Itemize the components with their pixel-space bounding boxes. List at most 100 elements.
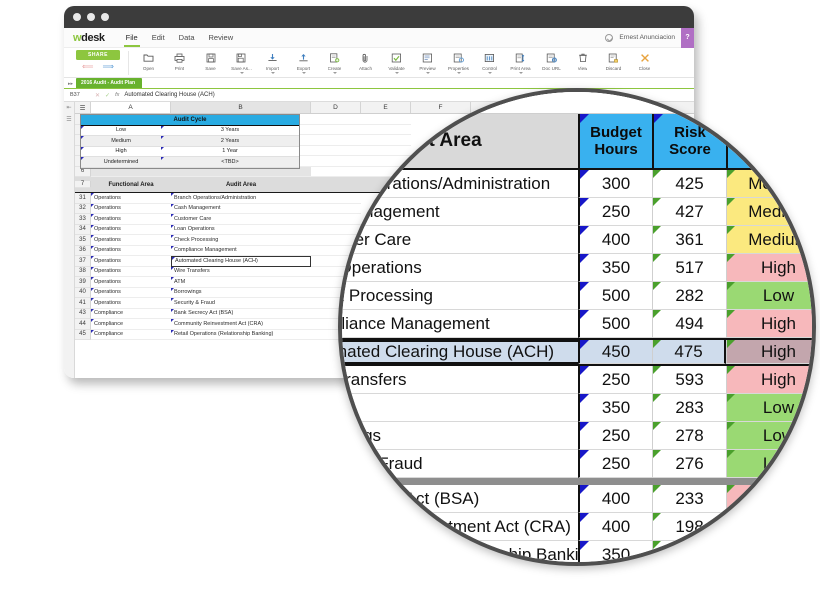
cell-risk-score[interactable]: 361 — [652, 226, 726, 254]
table-row[interactable]: Cash Management250427Medium — [342, 198, 812, 226]
cell-audit-area[interactable]: Loan Operations — [171, 224, 311, 235]
cell-audit-area[interactable]: Customer Care — [342, 226, 578, 254]
tool-print[interactable]: Print — [164, 50, 195, 74]
cell-risk-level[interactable]: Low — [81, 125, 161, 136]
cell-risk-level[interactable]: High — [81, 146, 161, 157]
maximize-window-button[interactable] — [101, 13, 109, 21]
cell-risk-score[interactable]: 211 — [652, 541, 726, 562]
column-header-e[interactable]: E — [350, 92, 410, 114]
cell-risk-rating[interactable]: High — [726, 340, 812, 364]
cell-risk-rating[interactable]: Medium — [726, 198, 812, 226]
accept-check-icon[interactable]: ✓ — [105, 92, 110, 99]
row-number[interactable]: 7 — [75, 181, 91, 188]
double-chevron-icon[interactable]: ▸▸ — [68, 81, 76, 88]
chevron-down-icon[interactable] — [487, 71, 492, 74]
row-number[interactable]: 39 — [75, 277, 91, 288]
freeze-arrow-icon[interactable]: ⇤ — [66, 104, 71, 111]
tool-save[interactable]: Save — [195, 50, 226, 74]
tool-preview[interactable]: Preview — [412, 50, 443, 74]
check-circle-icon[interactable] — [605, 33, 614, 42]
row-number[interactable]: 31 — [75, 193, 91, 204]
chevron-down-icon[interactable] — [518, 71, 523, 74]
cell-budget-hours[interactable]: 400 — [578, 485, 652, 513]
cell-budget-hours[interactable]: 350 — [578, 394, 652, 422]
cell-functional-area[interactable]: Operations — [91, 193, 171, 204]
table-row[interactable]: Medium 2 Years — [81, 136, 299, 147]
cell-audit-area[interactable]: Bank Secrecy Act (BSA) — [342, 485, 578, 513]
row-menu-icon[interactable]: ☰ — [66, 116, 71, 123]
cell-budget-hours[interactable]: 400 — [578, 513, 652, 541]
cell-audit-area[interactable]: Branch Operations/Administration — [171, 193, 311, 204]
cell-risk-score[interactable]: 282 — [652, 282, 726, 310]
tool-control[interactable]: Control — [474, 50, 505, 74]
cell-audit-area[interactable]: Check Processing — [342, 282, 578, 310]
table-row[interactable]: Community Reinvestment Act (CRA)400198Me… — [342, 513, 812, 541]
cell-functional-area[interactable]: Compliance — [91, 319, 171, 330]
tool-save-as[interactable]: Save As... — [226, 50, 257, 74]
tool-properties[interactable]: Properties — [443, 50, 474, 74]
cell-risk-score[interactable]: 276 — [652, 450, 726, 478]
row-number[interactable]: 32 — [75, 203, 91, 214]
cell-risk-rating[interactable]: Low — [726, 394, 812, 422]
cell-budget-hours[interactable]: 250 — [578, 450, 652, 478]
column-header-a[interactable]: A — [91, 102, 171, 113]
tool-doc-url[interactable]: Doc URL — [536, 50, 567, 74]
row-number[interactable]: 36 — [75, 245, 91, 256]
cell-risk-rating[interactable]: High — [726, 485, 812, 513]
cell-audit-area[interactable]: Wire Transfers — [342, 366, 578, 394]
cell-risk-score[interactable]: 233 — [652, 485, 726, 513]
table-row[interactable]: High 1 Year — [81, 146, 299, 157]
menu-item-edit[interactable]: Edit — [145, 29, 172, 47]
cell-functional-area[interactable]: Operations — [91, 224, 171, 235]
chevron-down-icon[interactable] — [332, 71, 337, 74]
grid-menu-icon[interactable]: ☰ — [75, 102, 91, 113]
chevron-down-icon[interactable] — [394, 71, 399, 74]
table-row[interactable]: Wire Transfers250593High — [342, 366, 812, 394]
cell-audit-area[interactable]: Loan Operations — [342, 254, 578, 282]
tool-import[interactable]: Import — [257, 50, 288, 74]
undo-arrow-icon[interactable]: ⟸ — [82, 63, 93, 71]
cell-reference-box[interactable]: B37 — [70, 92, 90, 98]
row-number[interactable]: 45 — [75, 329, 91, 340]
cell-risk-level[interactable]: Medium — [81, 136, 161, 147]
cell-audit-area[interactable]: Security & Fraud — [342, 450, 578, 478]
cell-audit-area[interactable]: Security & Fraud — [171, 298, 311, 309]
cell-risk-score[interactable]: 283 — [652, 394, 726, 422]
row-number[interactable]: 40 — [75, 287, 91, 298]
chevron-down-icon[interactable] — [425, 71, 430, 74]
menu-item-data[interactable]: Data — [172, 29, 202, 47]
menu-item-file[interactable]: File — [119, 29, 145, 47]
cell-risk-rating[interactable]: High — [726, 366, 812, 394]
cell-audit-area[interactable]: Borrowings — [171, 287, 311, 298]
table-row[interactable]: Branch Operations/Administration300425Me… — [342, 170, 812, 198]
cell-functional-area[interactable]: Compliance — [91, 329, 171, 340]
tool-create[interactable]: Create — [319, 50, 350, 74]
tool-validate[interactable]: Validate — [381, 50, 412, 74]
cell-audit-area[interactable]: Community Reinvestment Act (CRA) — [171, 319, 311, 330]
cell-risk-score[interactable]: 593 — [652, 366, 726, 394]
table-row[interactable]: ATM350283Low — [342, 394, 812, 422]
cell-risk-rating[interactable]: Medium — [726, 513, 812, 541]
minimize-window-button[interactable] — [87, 13, 95, 21]
row-number[interactable]: 34 — [75, 224, 91, 235]
cell-audit-area[interactable]: ATM — [342, 394, 578, 422]
cell-budget-hours[interactable]: 300 — [578, 170, 652, 198]
cell-risk-rating[interactable]: Medium — [726, 170, 812, 198]
table-row[interactable]: Security & Fraud250276Low — [342, 450, 812, 478]
chevron-down-icon[interactable] — [301, 71, 306, 74]
cell-risk-score[interactable]: 198 — [652, 513, 726, 541]
cell-risk-level[interactable]: Undetermined — [81, 157, 161, 168]
cell-risk-rating[interactable]: High — [726, 254, 812, 282]
cell-audit-area[interactable]: Compliance Management — [342, 310, 578, 338]
cell-functional-area[interactable]: Operations — [91, 235, 171, 246]
row-number[interactable]: 41 — [75, 298, 91, 309]
cell-audit-area[interactable]: Cash Management — [342, 198, 578, 226]
row-number[interactable]: 33 — [75, 214, 91, 225]
cell-audit-area[interactable]: Community Reinvestment Act (CRA) — [342, 513, 578, 541]
cell-budget-hours[interactable]: 450 — [578, 340, 652, 364]
cell-budget-hours[interactable]: 250 — [578, 366, 652, 394]
cell-functional-area[interactable]: Operations — [91, 298, 171, 309]
cell-audit-area[interactable]: Retail Operations (Relationship Banking) — [171, 329, 311, 340]
row-number[interactable]: 38 — [75, 266, 91, 277]
table-row[interactable]: Low 3 Years — [81, 125, 299, 136]
